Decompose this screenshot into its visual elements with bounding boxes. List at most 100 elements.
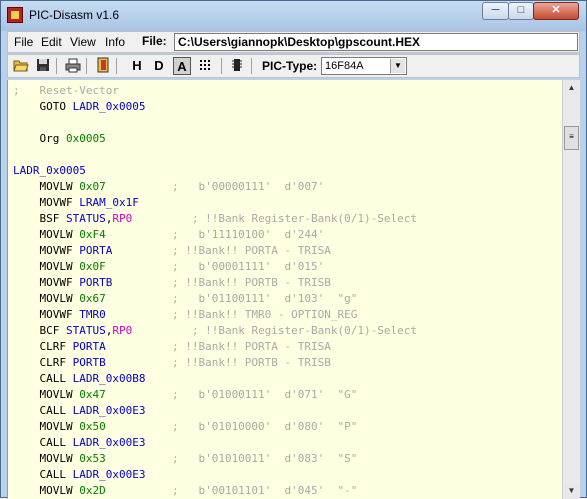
code-token: LADR_0x00B8: [72, 372, 146, 385]
code-token: MOVWF: [13, 244, 80, 257]
code-token: GOTO: [13, 100, 73, 113]
code-token: PORTA: [72, 340, 106, 353]
code-token: MOVWF: [13, 196, 80, 209]
printer-icon[interactable]: [64, 57, 82, 75]
code-token: ; b'00101101' d'045' "-": [105, 484, 358, 497]
toolbar-separator: [251, 58, 252, 74]
code-token: PORTA: [79, 244, 113, 257]
toolbar-separator: [221, 58, 222, 74]
code-line: MOVLW 0x07 ; b'00000111' d'007': [13, 179, 324, 195]
code-token: LADR_0x00E3: [72, 404, 146, 417]
code-token: 0x0005: [65, 132, 106, 145]
ascii-mode-button[interactable]: A: [173, 57, 191, 75]
code-token: MOVWF: [13, 276, 80, 289]
code-token: CLRF: [13, 340, 73, 353]
code-line: MOVWF PORTB ; !!Bank!! PORTB - TRISB: [13, 275, 331, 291]
code-token: PORTB: [72, 356, 106, 369]
code-token: LRAM_0x1F: [79, 196, 139, 209]
code-token: MOVLW: [13, 452, 80, 465]
pic-type-select[interactable]: 16F84A ▼: [321, 57, 407, 75]
close-button[interactable]: ✕: [533, 2, 579, 20]
code-token: MOVLW: [13, 228, 80, 241]
code-token: CALL: [13, 404, 73, 417]
code-token: MOVWF: [13, 308, 80, 321]
code-token: PORTB: [79, 276, 113, 289]
minimize-button[interactable]: ─: [482, 2, 509, 20]
code-token: ; !!Bank Register-Bank(0/1)-Select: [132, 324, 418, 337]
code-token: ; b'11110100' d'244': [105, 228, 325, 241]
app-window: PIC-Disasm v1.6 ─ □ ✕ File Edit View Inf…: [0, 0, 587, 499]
code-line: CALL LADR_0x00E3: [13, 435, 145, 451]
code-token: MOVLW: [13, 180, 80, 193]
code-token: ; !!Bank!! PORTA - TRISA: [112, 244, 331, 257]
code-token: 0x07: [79, 180, 106, 193]
decimal-mode-button[interactable]: D: [150, 57, 168, 75]
code-line: LADR_0x0005: [13, 163, 86, 179]
scroll-up-icon[interactable]: ▲: [564, 80, 579, 96]
scroll-thumb[interactable]: ≡: [564, 126, 579, 150]
window-title: PIC-Disasm v1.6: [29, 8, 120, 22]
file-label: File:: [142, 34, 167, 48]
code-line: MOVLW 0x2D ; b'00101101' d'045' "-": [13, 483, 357, 499]
exit-door-icon[interactable]: [94, 57, 112, 75]
menu-info[interactable]: Info: [105, 35, 125, 49]
title-bar[interactable]: PIC-Disasm v1.6 ─ □ ✕: [1, 1, 586, 31]
code-line: MOVWF TMR0 ; !!Bank!! TMR0 - OPTION_REG: [13, 307, 357, 323]
code-token: ; b'01000111' d'071' "G": [105, 388, 358, 401]
code-token: ; !!Bank!! PORTB - TRISB: [105, 356, 331, 369]
code-token: MOVLW: [13, 484, 80, 497]
disassembly-view[interactable]: ; Reset-Vector GOTO LADR_0x0005 Org 0x00…: [7, 80, 563, 499]
code-line: MOVLW 0x53 ; b'01010011' d'083' "S": [13, 451, 357, 467]
toolbar-separator: [116, 58, 117, 74]
menu-file[interactable]: File: [14, 35, 33, 49]
code-token: ; b'01100111' d'103' "g": [105, 292, 358, 305]
code-token: MOVLW: [13, 260, 80, 273]
code-token: MOVLW: [13, 388, 80, 401]
code-line: MOVWF PORTA ; !!Bank!! PORTA - TRISA: [13, 243, 331, 259]
folder-open-icon[interactable]: [12, 57, 30, 75]
code-token: ; !!Bank!! PORTA - TRISA: [105, 340, 331, 353]
code-token: ; b'01010011' d'083' "S": [105, 452, 358, 465]
chevron-down-icon[interactable]: ▼: [390, 59, 405, 73]
code-token: 0x47: [79, 388, 106, 401]
code-token: 0xF4: [79, 228, 106, 241]
code-token: RP0: [112, 212, 133, 225]
code-line: MOVWF LRAM_0x1F: [13, 195, 139, 211]
menu-edit[interactable]: Edit: [41, 35, 62, 49]
code-token: ; Reset-Vector: [13, 84, 119, 97]
file-path-field[interactable]: C:\Users\giannopk\Desktop\gpscount.HEX: [174, 33, 578, 51]
code-line: Org 0x0005: [13, 131, 106, 147]
code-token: LADR_0x00E3: [72, 468, 146, 481]
code-token: ; b'01010000' d'080' "P": [105, 420, 358, 433]
code-token: TMR0: [79, 308, 106, 321]
chip-icon[interactable]: [228, 57, 246, 75]
code-line: CLRF PORTA ; !!Bank!! PORTA - TRISA: [13, 339, 331, 355]
vertical-scrollbar[interactable]: ▲ ≡ ▼: [562, 80, 580, 499]
floppy-save-icon[interactable]: [34, 57, 52, 75]
hex-mode-button[interactable]: H: [128, 57, 146, 75]
code-token: MOVLW: [13, 292, 80, 305]
menu-bar: File Edit View Info File: C:\Users\giann…: [7, 31, 580, 53]
code-token: RP0: [112, 324, 133, 337]
toolbar-separator: [56, 58, 57, 74]
scroll-down-icon[interactable]: ▼: [564, 483, 579, 499]
code-token: ; !!Bank!! PORTB - TRISB: [112, 276, 331, 289]
menu-view[interactable]: View: [70, 35, 96, 49]
app-icon: [7, 7, 23, 23]
code-token: BCF: [13, 324, 66, 337]
code-line: CALL LADR_0x00E3: [13, 403, 145, 419]
pic-type-value: 16F84A: [325, 60, 364, 72]
code-token: CLRF: [13, 356, 73, 369]
code-line: BSF STATUS,RP0 ; !!Bank Register-Bank(0/…: [13, 211, 417, 227]
code-token: STATUS: [65, 212, 106, 225]
code-line: MOVLW 0x67 ; b'01100111' d'103' "g": [13, 291, 357, 307]
code-token: 0x2D: [79, 484, 106, 497]
code-line: CALL LADR_0x00B8: [13, 371, 145, 387]
code-line: MOVLW 0xF4 ; b'11110100' d'244': [13, 227, 324, 243]
dotted-grid-icon[interactable]: [197, 57, 215, 75]
code-token: Org: [13, 132, 66, 145]
maximize-button[interactable]: □: [508, 2, 534, 20]
code-token: LADR_0x00E3: [72, 436, 146, 449]
code-line: BCF STATUS,RP0 ; !!Bank Register-Bank(0/…: [13, 323, 417, 339]
code-token: ; !!Bank Register-Bank(0/1)-Select: [132, 212, 418, 225]
